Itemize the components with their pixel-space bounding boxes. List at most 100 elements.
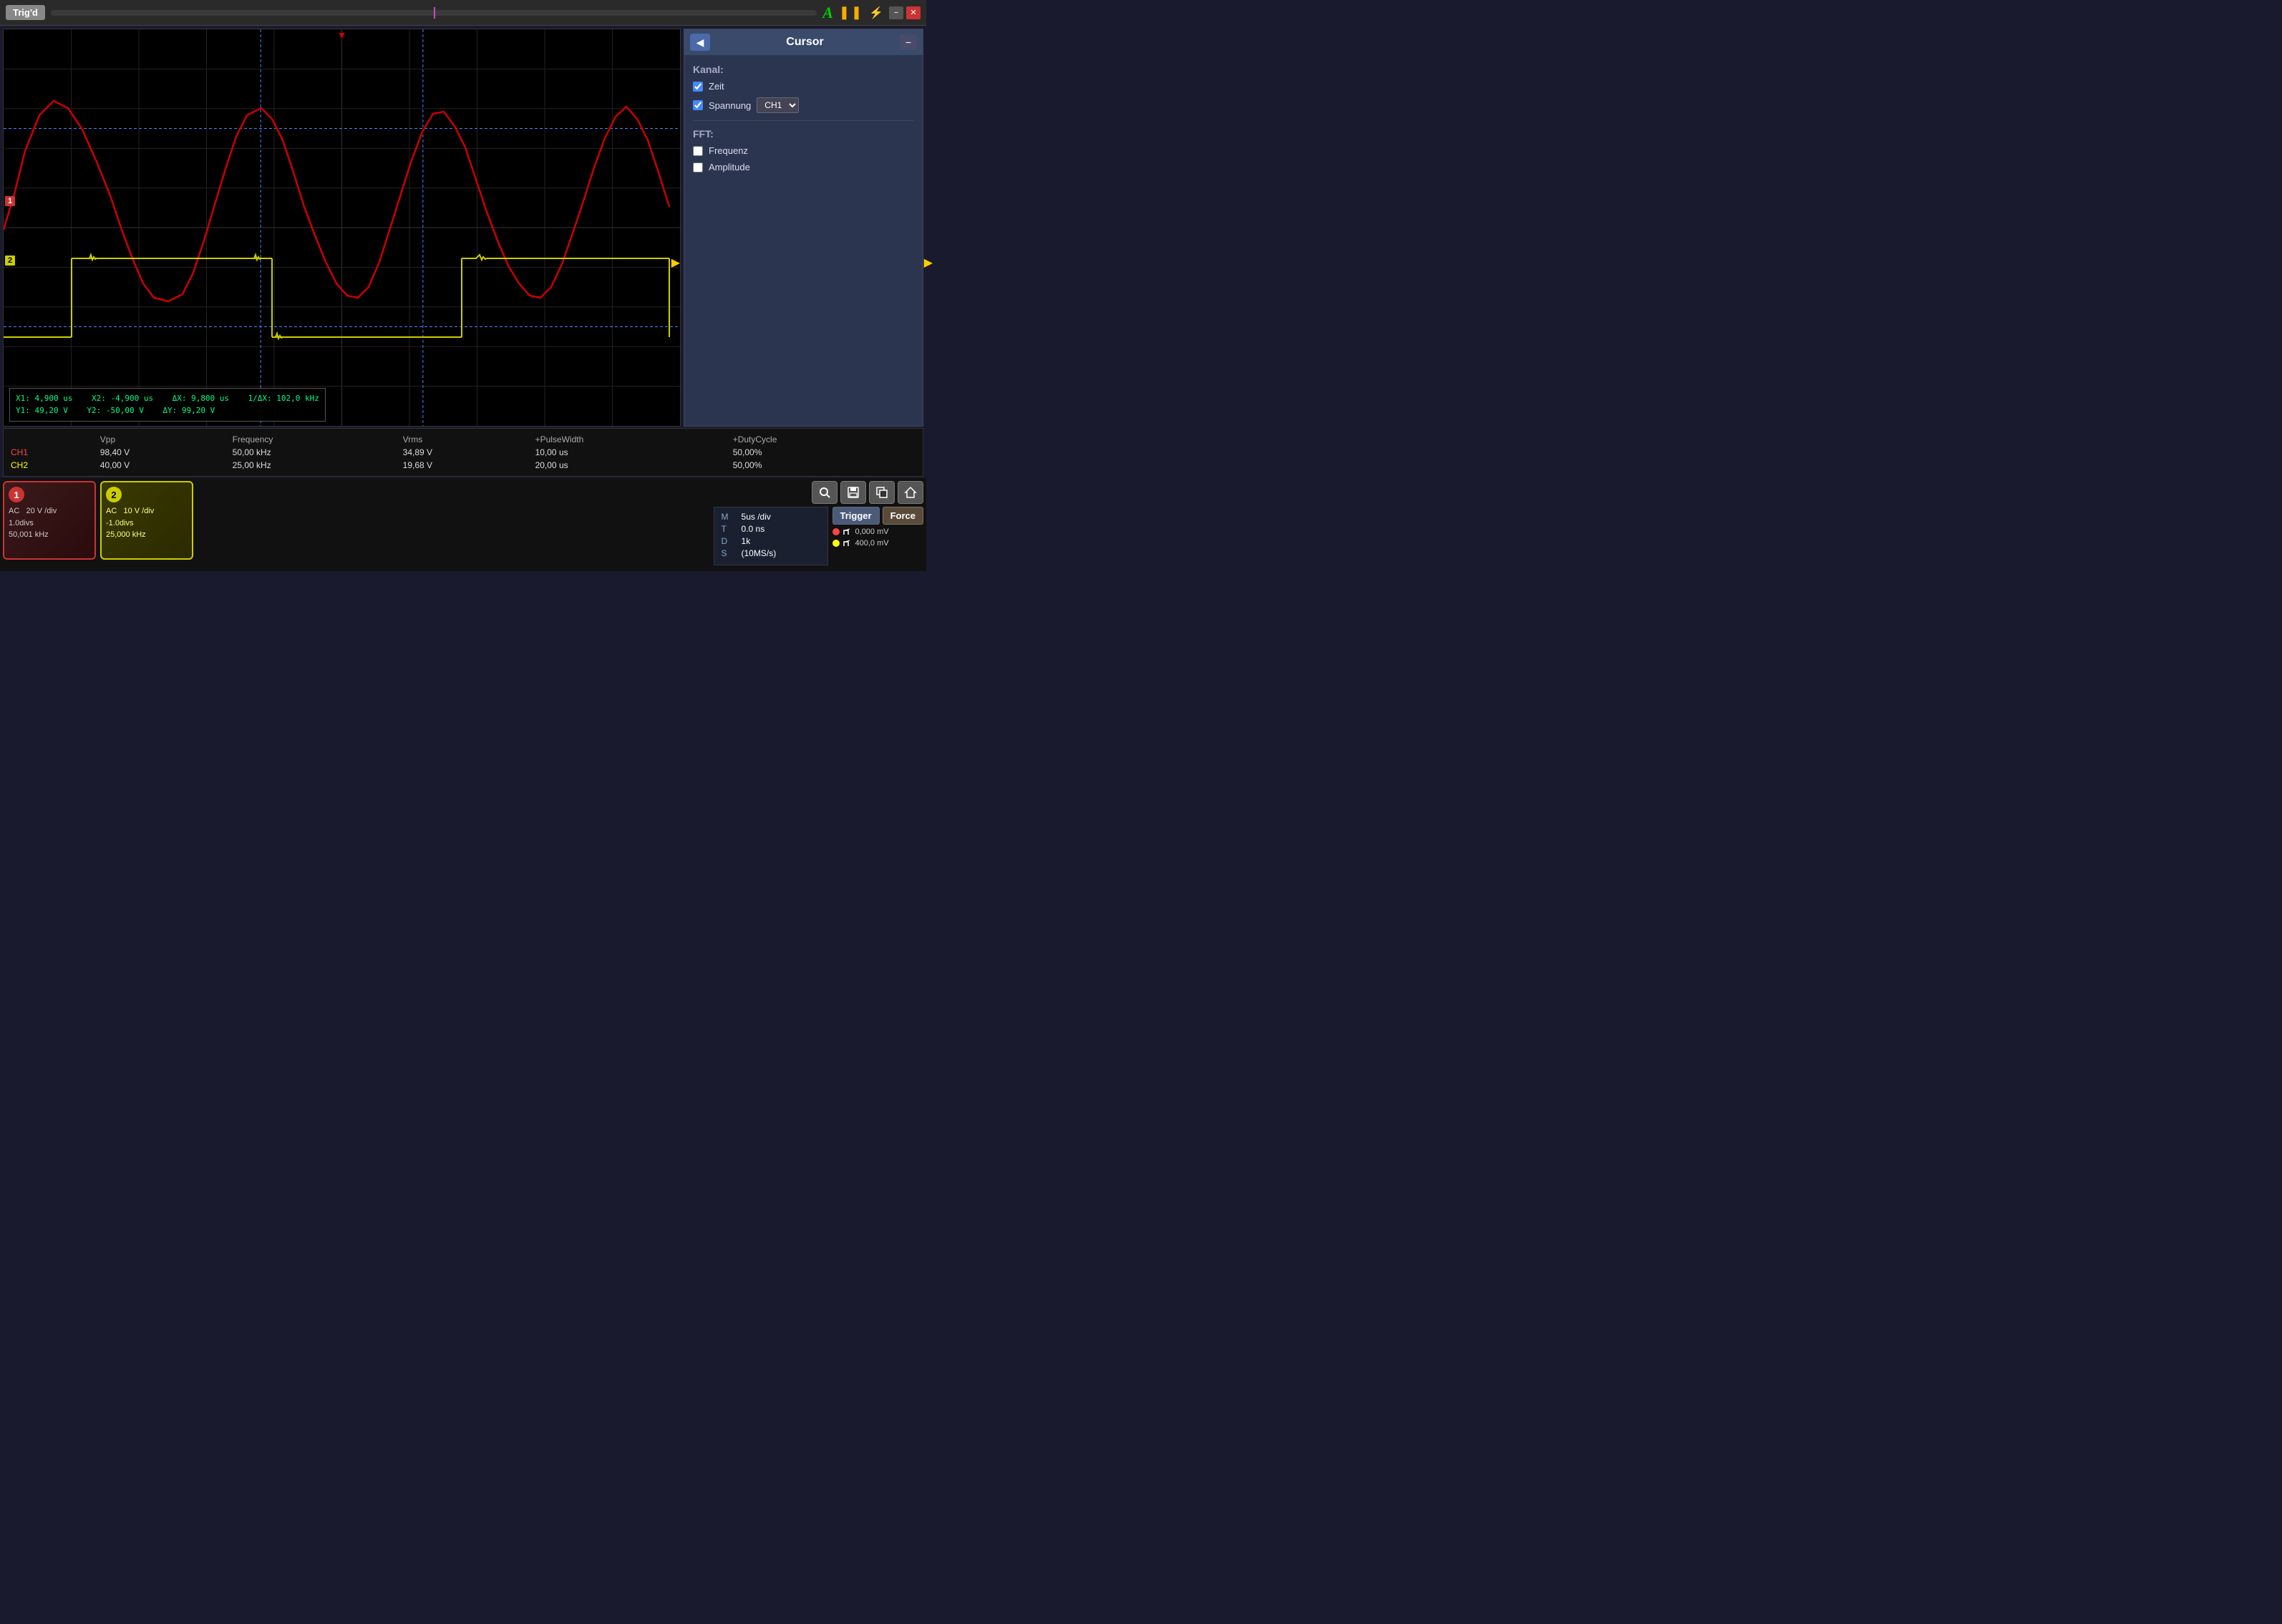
amplitude-row: Amplitude: [693, 162, 914, 172]
time-trigger-row: M 5us /div T 0.0 ns D 1k S (10MS/s): [714, 507, 923, 565]
meas-ch2-label: CH2: [11, 459, 100, 472]
d-label: D: [722, 536, 736, 546]
save-button[interactable]: [840, 481, 866, 504]
bottom-right-section: M 5us /div T 0.0 ns D 1k S (10MS/s): [714, 481, 923, 568]
x1-value: X1: 4,900 us: [16, 394, 72, 403]
channel-select[interactable]: CH1 CH2: [757, 97, 799, 113]
trigger-bar: [51, 10, 817, 16]
meas-ch1-vpp: 98,40 V: [100, 446, 233, 459]
cursor-panel: ◀ Cursor − Kanal: Zeit Spannung CH1 CH2 …: [684, 29, 923, 427]
ch2-marker: 2: [5, 256, 15, 266]
spannung-label: Spannung: [709, 100, 751, 111]
inv-dx-value: 1/ΔX: 102,0 kHz: [248, 394, 319, 403]
trig-badge: Trig'd: [6, 5, 45, 20]
home-icon: [904, 486, 917, 499]
frequenz-label: Frequenz: [709, 145, 748, 156]
time-m-row: M 5us /div: [722, 512, 820, 522]
y1-value: Y1: 49,20 V: [16, 406, 68, 415]
meas-header-blank: [11, 433, 100, 446]
meas-ch1-duty: 50,00%: [733, 446, 916, 459]
panel-right-arrow: ▶: [924, 256, 933, 270]
meas-ch1-pulse: 10,00 us: [535, 446, 733, 459]
ch2-box: 2 AC 10 V /div -1.0divs 25,000 kHz: [100, 481, 193, 560]
time-s-row: S (10MS/s): [722, 548, 820, 558]
ch1-coupling: AC: [9, 507, 19, 515]
ch2-freq: 25,000 kHz: [106, 530, 146, 539]
meas-ch1-label: CH1: [11, 446, 100, 459]
meas-ch2-vpp: 40,00 V: [100, 459, 233, 472]
spannung-row: Spannung CH1 CH2: [693, 97, 914, 113]
spannung-checkbox[interactable]: [693, 100, 703, 110]
m-label: M: [722, 512, 736, 522]
frequenz-row: Frequenz: [693, 145, 914, 156]
dy-value: ΔY: 99,20 V: [162, 406, 215, 415]
y2-value: Y2: -50,00 V: [87, 406, 143, 415]
cursor-body: Kanal: Zeit Spannung CH1 CH2 FFT: Freque…: [684, 55, 923, 426]
force-button[interactable]: Force: [883, 507, 923, 525]
measurements-bar: Vpp Frequency Vrms +PulseWidth +DutyCycl…: [3, 428, 923, 477]
zoom-icon: [818, 486, 831, 499]
grid-svg: [4, 29, 680, 426]
ch1-freq: 50,001 kHz: [9, 530, 49, 539]
ch1-num-badge: 1: [9, 487, 24, 502]
back-button[interactable]: ◀: [690, 34, 710, 51]
meas-ch2-vrms: 19,68 V: [403, 459, 535, 472]
meas-header-freq: Frequency: [233, 433, 403, 446]
zeit-checkbox[interactable]: [693, 82, 703, 92]
ch1-divs: 1.0divs: [9, 519, 34, 527]
trig-level-ch1: 0,000 mV: [832, 527, 923, 536]
s-label: S: [722, 548, 736, 558]
ch1-info: AC 20 V /div 1.0divs 50,001 kHz: [9, 505, 90, 541]
amplitude-checkbox[interactable]: [693, 162, 703, 172]
ch1-marker: 1: [5, 196, 15, 206]
measurements-table: Vpp Frequency Vrms +PulseWidth +DutyCycl…: [11, 433, 916, 472]
frequenz-checkbox[interactable]: [693, 146, 703, 156]
ch1-box: 1 AC 20 V /div 1.0divs 50,001 kHz: [3, 481, 96, 560]
top-bar: Trig'd A ❚❚ ⚡ − ✕: [0, 0, 926, 26]
amplitude-label: Amplitude: [709, 162, 750, 172]
meas-ch2-pulse: 20,00 us: [535, 459, 733, 472]
ch1-scale: 20 V /div: [26, 507, 57, 515]
cursor-header: ◀ Cursor −: [684, 29, 923, 55]
close-button[interactable]: ✕: [906, 6, 921, 19]
ch2-trig-dot: [832, 540, 840, 547]
ch2-coupling: AC: [106, 507, 117, 515]
cursor-title: Cursor: [716, 36, 894, 49]
t-label: T: [722, 524, 736, 534]
x2-value: X2: -4,900 us: [92, 394, 153, 403]
ch2-trig-level: 400,0 mV: [855, 539, 889, 548]
bottom-row: 1 AC 20 V /div 1.0divs 50,001 kHz 2 AC 1…: [0, 478, 926, 571]
trigger-marker: [434, 7, 435, 19]
s-value: (10MS/s): [742, 548, 777, 558]
trigger-edge-icon-ch2: [843, 539, 853, 548]
zeit-row: Zeit: [693, 81, 914, 92]
fft-label: FFT:: [693, 128, 914, 140]
meas-ch2-freq: 25,00 kHz: [233, 459, 403, 472]
d-value: 1k: [742, 536, 751, 546]
ch2-info: AC 10 V /div -1.0divs 25,000 kHz: [106, 505, 188, 541]
lightning-icon: ⚡: [869, 6, 883, 20]
window-controls: − ✕: [889, 6, 921, 19]
minimize-panel-button[interactable]: −: [900, 34, 917, 50]
bottom-spacer: [198, 481, 709, 568]
meas-ch1-vrms: 34,89 V: [403, 446, 535, 459]
ch1-trig-level: 0,000 mV: [855, 527, 889, 536]
zoom-button[interactable]: [812, 481, 837, 504]
trigger-button[interactable]: Trigger: [832, 507, 880, 525]
meas-header-pulse: +PulseWidth: [535, 433, 733, 446]
right-arrow: ▶: [671, 256, 680, 270]
minimize-button[interactable]: −: [889, 6, 903, 19]
pause-icon: ❚❚: [839, 5, 863, 20]
export-button[interactable]: [869, 481, 895, 504]
dx-value: ΔX: 9,800 us: [173, 394, 229, 403]
oscilloscope-display: 1 2 ▼ ▶ X1: 4,900 us X2: -4,900 us ΔX: 9…: [3, 29, 681, 427]
trigger-edge-icon-ch1: [843, 527, 853, 536]
save-icon: [847, 486, 860, 499]
ch2-divs: -1.0divs: [106, 519, 134, 527]
trigger-arrow: ▼: [337, 29, 347, 41]
meas-ch1-freq: 50,00 kHz: [233, 446, 403, 459]
meas-header-duty: +DutyCycle: [733, 433, 916, 446]
home-button[interactable]: [898, 481, 923, 504]
meas-header-vrms: Vrms: [403, 433, 535, 446]
channel-a-icon: A: [822, 4, 833, 22]
